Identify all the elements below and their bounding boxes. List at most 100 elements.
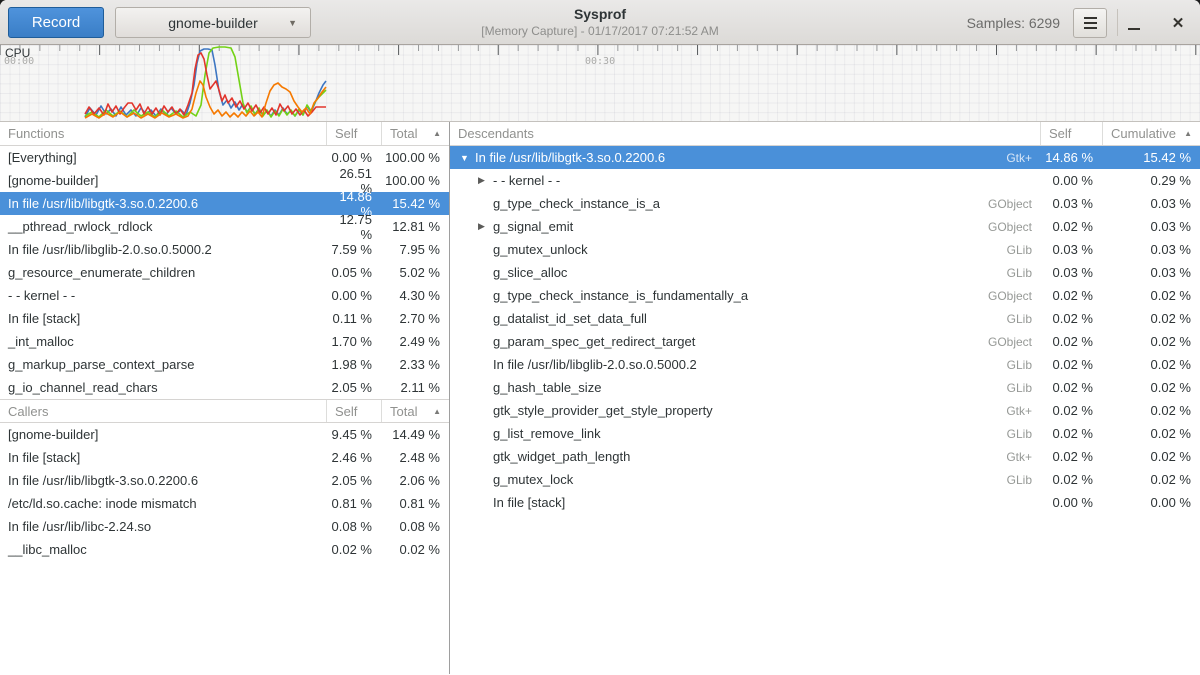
table-row[interactable]: - - kernel - -0.00 %4.30 % (0, 284, 449, 307)
function-name-cell: g_mutex_unlockGLib (450, 242, 1040, 257)
descendants-cumulative-column-header[interactable]: Cumulative▲ (1102, 122, 1200, 145)
functions-total-column-header[interactable]: Total▲ (381, 122, 449, 145)
table-row[interactable]: ▶g_signal_emitGObject0.02 %0.03 % (450, 215, 1200, 238)
category-tag: GLib (1007, 381, 1040, 395)
table-row[interactable]: In file [stack]0.11 %2.70 % (0, 307, 449, 330)
cumulative-percent: 0.03 % (1102, 196, 1200, 211)
callers-total-column-header[interactable]: Total▲ (381, 400, 449, 422)
function-name: In file /usr/lib/libglib-2.0.so.0.5000.2 (0, 242, 326, 257)
table-row[interactable]: g_hash_table_sizeGLib0.02 %0.02 % (450, 376, 1200, 399)
table-row[interactable]: __libc_malloc0.02 %0.02 % (0, 538, 449, 561)
function-name-cell: gtk_widget_path_lengthGtk+ (450, 449, 1040, 464)
cumulative-percent: 0.02 % (1102, 311, 1200, 326)
functions-table-header: Functions Self Total▲ (0, 122, 449, 146)
table-row[interactable]: ▶- - kernel - -0.00 %0.29 % (450, 169, 1200, 192)
table-row[interactable]: [gnome-builder]9.45 %14.49 % (0, 423, 449, 446)
function-name: In file /usr/lib/libgtk-3.so.0.2200.6 (0, 473, 326, 488)
total-percent: 4.30 % (381, 288, 449, 303)
function-name: g_io_channel_read_chars (0, 380, 326, 395)
function-name-cell: ▼In file /usr/lib/libgtk-3.so.0.2200.6Gt… (450, 150, 1040, 165)
functions-column-header[interactable]: Functions (0, 122, 326, 145)
expander-open-icon[interactable]: ▼ (458, 153, 475, 163)
function-name-cell: gtk_style_provider_get_style_propertyGtk… (450, 403, 1040, 418)
process-selector-dropdown[interactable]: gnome-builder ▼ (115, 7, 311, 38)
self-percent: 0.00 % (1040, 173, 1102, 188)
cumulative-percent: 0.02 % (1102, 334, 1200, 349)
category-tag: Gtk+ (1006, 404, 1040, 418)
table-row[interactable]: [Everything]0.00 %100.00 % (0, 146, 449, 169)
table-row[interactable]: g_slice_allocGLib0.03 %0.03 % (450, 261, 1200, 284)
table-row[interactable]: In file /usr/lib/libglib-2.0.so.0.5000.2… (450, 353, 1200, 376)
window-title: Sysprof (574, 6, 626, 24)
category-tag: GObject (988, 289, 1040, 303)
function-name: [Everything] (0, 150, 326, 165)
table-row[interactable]: g_markup_parse_context_parse1.98 %2.33 % (0, 353, 449, 376)
table-row[interactable]: g_mutex_lockGLib0.02 %0.02 % (450, 468, 1200, 491)
sort-ascending-icon: ▲ (427, 129, 441, 138)
table-row[interactable]: g_list_remove_linkGLib0.02 %0.02 % (450, 422, 1200, 445)
table-row[interactable]: g_resource_enumerate_children0.05 %5.02 … (0, 261, 449, 284)
function-name: In file /usr/lib/libgtk-3.so.0.2200.6 (0, 196, 326, 211)
table-row[interactable]: In file [stack]0.00 %0.00 % (450, 491, 1200, 514)
total-percent: 0.02 % (381, 542, 449, 557)
total-percent: 0.08 % (381, 519, 449, 534)
cumulative-percent: 0.02 % (1102, 380, 1200, 395)
table-row[interactable]: g_io_channel_read_chars2.05 %2.11 % (0, 376, 449, 399)
table-row[interactable]: g_type_check_instance_is_aGObject0.03 %0… (450, 192, 1200, 215)
left-pane: Functions Self Total▲ [Everything]0.00 %… (0, 122, 450, 674)
table-row[interactable]: g_type_check_instance_is_fundamentally_a… (450, 284, 1200, 307)
function-name: - - kernel - - (493, 173, 560, 188)
function-name: g_hash_table_size (493, 380, 601, 395)
table-row[interactable]: g_datalist_id_set_data_fullGLib0.02 %0.0… (450, 307, 1200, 330)
hamburger-menu-button[interactable] (1073, 8, 1107, 38)
table-row[interactable]: In file /usr/lib/libgtk-3.so.0.2200.614.… (0, 192, 449, 215)
table-row[interactable]: _int_malloc1.70 %2.49 % (0, 330, 449, 353)
function-name: g_type_check_instance_is_a (493, 196, 660, 211)
table-row[interactable]: gtk_style_provider_get_style_propertyGtk… (450, 399, 1200, 422)
table-row[interactable]: [gnome-builder]26.51 %100.00 % (0, 169, 449, 192)
callers-self-column-header[interactable]: Self (326, 400, 381, 422)
minimize-button[interactable] (1122, 12, 1146, 34)
function-name: __libc_malloc (0, 542, 326, 557)
total-percent: 2.70 % (381, 311, 449, 326)
expander-closed-icon[interactable]: ▶ (476, 221, 493, 232)
descendants-column-header[interactable]: Descendants (450, 122, 1040, 145)
table-row[interactable]: __pthread_rwlock_rdlock12.75 %12.81 % (0, 215, 449, 238)
record-button[interactable]: Record (8, 7, 104, 38)
function-name: gtk_widget_path_length (493, 449, 630, 464)
total-percent: 14.49 % (381, 427, 449, 442)
window-subtitle: [Memory Capture] - 01/17/2017 07:21:52 A… (481, 24, 718, 39)
table-row[interactable]: g_param_spec_get_redirect_targetGObject0… (450, 330, 1200, 353)
table-row[interactable]: ▼In file /usr/lib/libgtk-3.so.0.2200.6Gt… (450, 146, 1200, 169)
self-percent: 9.45 % (326, 427, 381, 442)
cumulative-percent: 0.00 % (1102, 495, 1200, 510)
function-name: __pthread_rwlock_rdlock (0, 219, 326, 234)
table-row[interactable]: In file /usr/lib/libglib-2.0.so.0.5000.2… (0, 238, 449, 261)
cumulative-percent: 0.02 % (1102, 288, 1200, 303)
function-name: g_signal_emit (493, 219, 573, 234)
functions-self-column-header[interactable]: Self (326, 122, 381, 145)
function-name: In file /usr/lib/libc-2.24.so (0, 519, 326, 534)
table-row[interactable]: In file [stack]2.46 %2.48 % (0, 446, 449, 469)
category-tag: GObject (988, 197, 1040, 211)
function-name: g_list_remove_link (493, 426, 601, 441)
total-percent: 2.06 % (381, 473, 449, 488)
function-name-cell: In file /usr/lib/libglib-2.0.so.0.5000.2… (450, 357, 1040, 372)
self-percent: 0.05 % (326, 265, 381, 280)
table-row[interactable]: g_mutex_unlockGLib0.03 %0.03 % (450, 238, 1200, 261)
category-tag: GLib (1007, 358, 1040, 372)
table-row[interactable]: /etc/ld.so.cache: inode mismatch0.81 %0.… (0, 492, 449, 515)
cpu-graph[interactable]: CPU 00:0000:30 (0, 45, 1200, 122)
table-row[interactable]: gtk_widget_path_lengthGtk+0.02 %0.02 % (450, 445, 1200, 468)
callers-column-header[interactable]: Callers (0, 400, 326, 422)
expander-closed-icon[interactable]: ▶ (476, 175, 493, 186)
self-percent: 0.02 % (1040, 334, 1102, 349)
function-name: g_type_check_instance_is_fundamentally_a (493, 288, 748, 303)
descendants-self-column-header[interactable]: Self (1040, 122, 1102, 145)
close-button[interactable]: ✕ (1166, 12, 1190, 34)
category-tag: GLib (1007, 243, 1040, 257)
table-row[interactable]: In file /usr/lib/libc-2.24.so0.08 %0.08 … (0, 515, 449, 538)
function-name: g_slice_alloc (493, 265, 567, 280)
function-name: In file /usr/lib/libgtk-3.so.0.2200.6 (475, 150, 665, 165)
table-row[interactable]: In file /usr/lib/libgtk-3.so.0.2200.6 2.0… (0, 469, 449, 492)
